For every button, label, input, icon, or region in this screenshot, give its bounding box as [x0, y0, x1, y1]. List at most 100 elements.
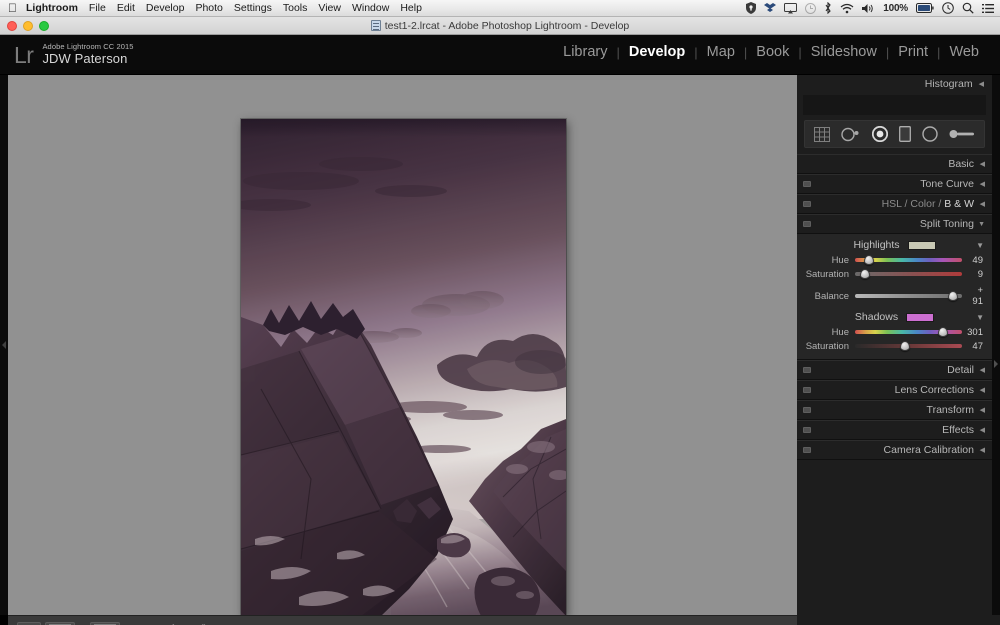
menu-item-lightroom[interactable]: Lightroom [26, 2, 78, 14]
color-tab[interactable]: Color [910, 198, 935, 210]
shadows-saturation-value[interactable]: 47 [966, 341, 992, 352]
copy-settings-button[interactable]: YY [90, 622, 120, 625]
right-panel-toggle[interactable] [992, 75, 1000, 625]
shadows-hue-slider-row[interactable]: Hue 301 [797, 325, 992, 339]
histogram-graph[interactable] [803, 95, 986, 115]
collapse-arrow-icon[interactable]: ◀ [980, 406, 985, 414]
spot-removal-tool[interactable] [841, 127, 861, 142]
highlights-hue-value[interactable]: 49 [966, 255, 992, 266]
highlights-saturation-track[interactable] [855, 272, 962, 276]
menu-item-settings[interactable]: Settings [234, 2, 272, 14]
develop-photo[interactable] [241, 119, 566, 616]
clock-icon[interactable] [942, 2, 954, 14]
shadows-color-swatch[interactable] [906, 313, 934, 322]
balance-knob[interactable] [948, 291, 958, 301]
shadows-hue-value[interactable]: 301 [966, 327, 992, 338]
dropbox-icon[interactable] [764, 2, 776, 14]
red-eye-correction-tool[interactable] [872, 126, 888, 142]
volume-icon[interactable] [862, 3, 875, 14]
panel-switch-detail[interactable] [803, 367, 811, 373]
panel-header-detail[interactable]: Detail ◀ [797, 360, 992, 380]
close-button[interactable] [7, 21, 17, 31]
shadows-saturation-knob[interactable] [900, 341, 910, 351]
menu-bar-status-area: 100% [746, 2, 994, 14]
panel-header-lens-corrections[interactable]: Lens Corrections ◀ [797, 380, 992, 400]
shadows-hue-knob[interactable] [938, 327, 948, 337]
highlights-saturation-slider-row[interactable]: Saturation 9 [797, 267, 992, 281]
highlights-expand-icon[interactable]: ▼ [976, 241, 984, 250]
panel-header-transform[interactable]: Transform ◀ [797, 400, 992, 420]
module-map[interactable]: Map [698, 44, 744, 60]
highlights-hue-knob[interactable] [864, 255, 874, 265]
spotlight-search-icon[interactable] [962, 2, 974, 14]
panel-switch-camera-calibration[interactable] [803, 447, 811, 453]
notification-center-icon[interactable] [982, 3, 994, 14]
panel-switch-hsl[interactable] [803, 201, 811, 207]
module-book[interactable]: Book [747, 44, 798, 60]
collapse-arrow-icon[interactable]: ◀ [980, 426, 985, 434]
airplay-icon[interactable] [784, 3, 797, 14]
balance-slider-row[interactable]: Balance + 91 [797, 289, 992, 303]
panel-switch-lens-corrections[interactable] [803, 387, 811, 393]
panel-header-hsl-color-bw[interactable]: HSL / Color / B & W ◀ [797, 194, 992, 214]
collapse-arrow-icon[interactable]: ◀ [980, 160, 985, 168]
battery-icon[interactable] [916, 3, 934, 13]
apple-menu-icon[interactable]:  [8, 2, 17, 14]
menu-item-develop[interactable]: Develop [146, 2, 185, 14]
menu-item-window[interactable]: Window [352, 2, 389, 14]
menu-item-view[interactable]: View [318, 2, 341, 14]
collapse-arrow-icon[interactable]: ◀ [980, 386, 985, 394]
module-print[interactable]: Print [889, 44, 937, 60]
before-after-button[interactable]: RA [45, 622, 75, 625]
adjustment-brush-tool[interactable] [949, 127, 975, 141]
shadows-expand-icon[interactable]: ▼ [976, 313, 984, 322]
highlights-color-swatch[interactable] [908, 241, 936, 250]
highlights-saturation-value[interactable]: 9 [966, 269, 992, 280]
module-develop[interactable]: Develop [620, 44, 694, 60]
highlights-hue-slider-row[interactable]: Hue 49 [797, 253, 992, 267]
image-canvas[interactable] [8, 75, 797, 615]
histogram-header[interactable]: Histogram ◀ [797, 75, 992, 93]
panel-header-effects[interactable]: Effects ◀ [797, 420, 992, 440]
collapse-arrow-icon[interactable]: ◀ [980, 200, 985, 208]
panel-switch-effects[interactable] [803, 427, 811, 433]
collapse-arrow-icon[interactable]: ◀ [979, 80, 984, 88]
panel-label-split-toning: Split Toning [920, 218, 974, 230]
panel-switch-tone-curve[interactable] [803, 181, 811, 187]
module-library[interactable]: Library [554, 44, 616, 60]
crop-overlay-tool[interactable] [814, 127, 830, 142]
menu-item-file[interactable]: File [89, 2, 106, 14]
module-slideshow[interactable]: Slideshow [802, 44, 886, 60]
loupe-view-icon[interactable] [17, 622, 41, 625]
expand-arrow-icon[interactable]: ▼ [978, 221, 985, 228]
module-web[interactable]: Web [940, 44, 988, 60]
shield-icon[interactable] [746, 2, 756, 14]
collapse-arrow-icon[interactable]: ◀ [980, 446, 985, 454]
panel-header-tone-curve[interactable]: Tone Curve ◀ [797, 174, 992, 194]
highlights-saturation-knob[interactable] [860, 269, 870, 279]
bluetooth-icon[interactable] [824, 2, 832, 14]
menu-item-help[interactable]: Help [400, 2, 422, 14]
menu-item-edit[interactable]: Edit [117, 2, 135, 14]
collapse-arrow-icon[interactable]: ◀ [980, 366, 985, 374]
panel-header-basic[interactable]: Basic ◀ [797, 154, 992, 174]
left-panel-toggle[interactable] [0, 75, 8, 615]
bw-tab[interactable]: B & W [944, 198, 974, 210]
panel-header-split-toning[interactable]: Split Toning ▼ [797, 214, 992, 234]
menu-item-photo[interactable]: Photo [195, 2, 222, 14]
hsl-tab[interactable]: HSL [882, 198, 902, 210]
wifi-icon[interactable] [840, 3, 854, 14]
balance-value[interactable]: + 91 [966, 285, 992, 307]
graduated-filter-tool[interactable] [899, 126, 911, 142]
zoom-button[interactable] [39, 21, 49, 31]
identity-plate[interactable]: Lr Adobe Lightroom CC 2015 JDW Paterson [14, 39, 134, 67]
panel-switch-transform[interactable] [803, 407, 811, 413]
menu-item-tools[interactable]: Tools [283, 2, 308, 14]
balance-track[interactable] [855, 294, 962, 298]
collapse-arrow-icon[interactable]: ◀ [980, 180, 985, 188]
panel-header-camera-calibration[interactable]: Camera Calibration ◀ [797, 440, 992, 460]
panel-switch-split-toning[interactable] [803, 221, 811, 227]
shadows-saturation-slider-row[interactable]: Saturation 47 [797, 339, 992, 353]
radial-filter-tool[interactable] [922, 126, 938, 142]
minimize-button[interactable] [23, 21, 33, 31]
